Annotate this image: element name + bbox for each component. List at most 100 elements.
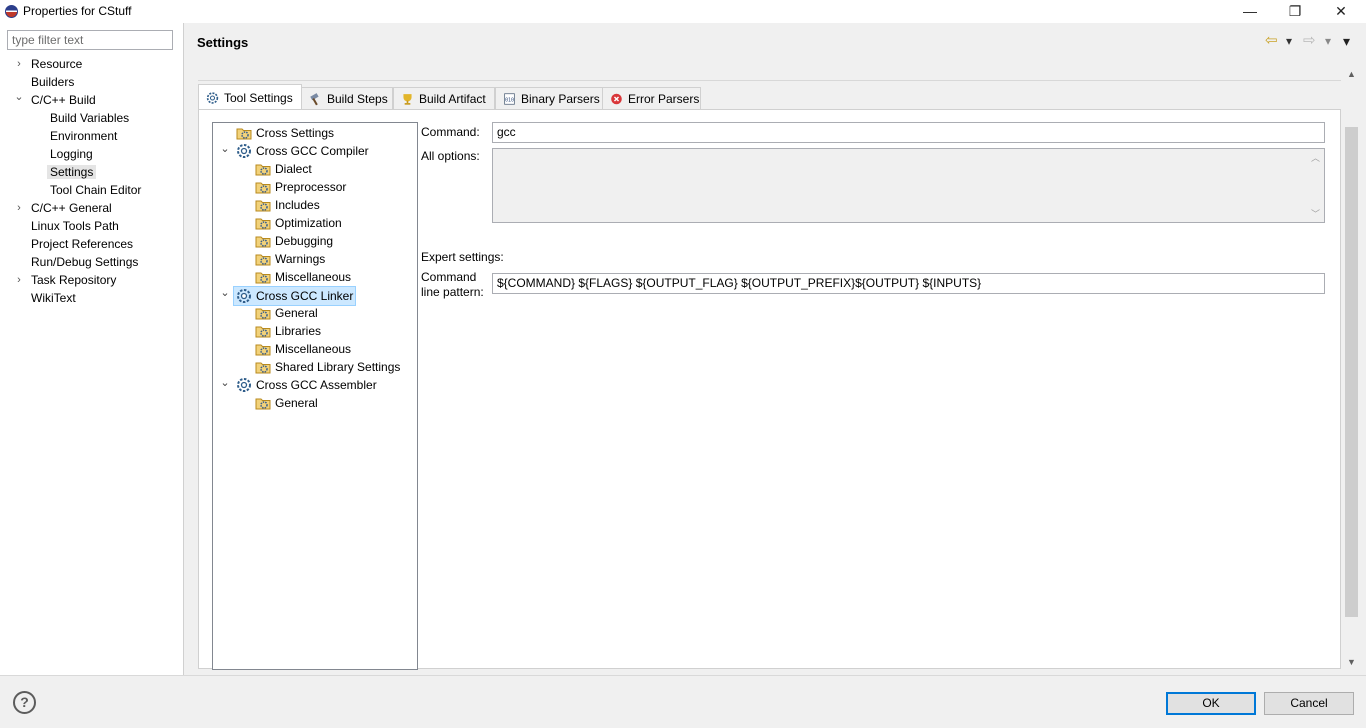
tree-item-cross-settings[interactable]: Cross Settings: [236, 124, 334, 142]
nav-item-resource[interactable]: › Resource: [17, 55, 82, 73]
tree-item-cross-gcc-compiler[interactable]: ⌄ Cross GCC Compiler: [220, 142, 369, 160]
hammer-icon: [310, 93, 319, 106]
tree-item-compiler-miscellaneous[interactable]: Miscellaneous: [255, 268, 351, 286]
expand-chevron-icon[interactable]: ›: [13, 55, 25, 73]
tab-build-artifact[interactable]: Build Artifact: [393, 87, 495, 110]
nav-item-project-references[interactable]: Project References: [31, 235, 133, 253]
scroll-down-icon[interactable]: ﹀: [1307, 207, 1324, 220]
restore-button[interactable]: ❐: [1272, 0, 1318, 23]
settings-content: Tool Settings Build Steps Build Artifact…: [185, 61, 1366, 675]
all-options-label: All options:: [421, 149, 480, 163]
tree-item-warnings[interactable]: Warnings: [255, 250, 325, 268]
folder-gear-icon: [236, 128, 252, 140]
ok-button[interactable]: OK: [1166, 692, 1256, 715]
binary-icon: 010: [504, 93, 515, 105]
folder-gear-icon: [255, 254, 271, 266]
tree-item-includes[interactable]: Includes: [255, 196, 320, 214]
forward-history-dropdown[interactable]: ▾: [1325, 33, 1331, 49]
command-line-pattern-label-line2: line pattern:: [421, 285, 484, 299]
trophy-icon: [403, 94, 412, 105]
tree-item-optimization[interactable]: Optimization: [255, 214, 342, 232]
nav-item-cpp-build[interactable]: ⌄ C/C++ Build: [14, 91, 95, 109]
nav-item-logging[interactable]: Logging: [50, 145, 93, 163]
close-button[interactable]: ✕: [1318, 0, 1364, 23]
tree-item-shared-library-settings[interactable]: Shared Library Settings: [255, 358, 400, 376]
configuration-strip: [198, 65, 1341, 81]
tab-build-steps[interactable]: Build Steps: [301, 87, 393, 110]
command-line-pattern-field[interactable]: ${COMMAND} ${FLAGS} ${OUTPUT_FLAG} ${OUT…: [492, 273, 1325, 294]
command-label: Command:: [421, 125, 480, 139]
tree-item-preprocessor[interactable]: Preprocessor: [255, 178, 346, 196]
title-bar: Properties for CStuff — ❐ ✕: [0, 0, 1366, 23]
folder-gear-icon: [255, 200, 271, 212]
collapse-chevron-icon[interactable]: ⌄: [13, 88, 25, 106]
tree-item-cross-gcc-assembler[interactable]: ⌄ Cross GCC Assembler: [220, 376, 377, 394]
tree-item-linker-general[interactable]: General: [255, 304, 318, 322]
collapse-chevron-icon[interactable]: ⌄: [219, 140, 231, 158]
folder-gear-icon: [255, 362, 271, 374]
help-icon[interactable]: ?: [13, 691, 36, 714]
scrollbar-thumb[interactable]: [1345, 127, 1358, 617]
view-menu-dropdown[interactable]: ▾: [1343, 33, 1350, 49]
command-field[interactable]: gcc: [492, 122, 1325, 143]
back-history-dropdown[interactable]: ▾: [1286, 33, 1292, 49]
nav-item-builders[interactable]: Builders: [31, 73, 74, 91]
nav-item-linux-tools-path[interactable]: Linux Tools Path: [31, 217, 119, 235]
nav-item-wikitext[interactable]: WikiText: [31, 289, 76, 307]
gear-icon: [206, 92, 219, 104]
nav-item-build-variables[interactable]: Build Variables: [50, 109, 129, 127]
gear-icon: [237, 289, 251, 303]
nav-item-settings[interactable]: Settings: [47, 163, 97, 181]
page-title: Settings: [197, 35, 249, 50]
tree-item-dialect[interactable]: Dialect: [255, 160, 312, 178]
expand-chevron-icon[interactable]: ›: [13, 271, 25, 289]
folder-gear-icon: [255, 164, 271, 176]
scroll-up-icon[interactable]: ▲: [1343, 67, 1360, 81]
expert-settings-label: Expert settings:: [421, 250, 504, 264]
gear-icon: [237, 144, 251, 158]
svg-text:010: 010: [505, 97, 514, 103]
nav-item-task-repository[interactable]: › Task Repository: [17, 271, 116, 289]
scroll-down-icon[interactable]: ▼: [1343, 655, 1360, 669]
folder-gear-icon: [255, 398, 271, 410]
tree-item-debugging[interactable]: Debugging: [255, 232, 333, 250]
nav-item-run-debug-settings[interactable]: Run/Debug Settings: [31, 253, 138, 271]
folder-gear-icon: [255, 182, 271, 194]
nav-item-environment[interactable]: Environment: [50, 127, 117, 145]
tab-tool-settings[interactable]: Tool Settings: [198, 84, 302, 111]
tool-tree[interactable]: Cross Settings ⌄ Cross GCC Compiler Dial…: [212, 122, 418, 670]
filter-input[interactable]: [7, 30, 173, 50]
forward-arrow-icon[interactable]: ⇨: [1303, 33, 1316, 49]
tab-binary-parsers[interactable]: 010 Binary Parsers: [495, 87, 603, 110]
cancel-button[interactable]: Cancel: [1264, 692, 1354, 715]
folder-gear-icon: [255, 344, 271, 356]
eclipse-icon: [5, 5, 18, 18]
tab-error-parsers[interactable]: Error Parsers: [602, 87, 701, 110]
dialog-button-bar: ? OK Cancel: [0, 675, 1366, 728]
page-vertical-scrollbar[interactable]: ▲ ▼: [1343, 65, 1360, 673]
window-title: Properties for CStuff: [23, 4, 132, 18]
expand-chevron-icon[interactable]: ›: [13, 199, 25, 217]
property-page-nav: › Resource Builders ⌄ C/C++ Build Build …: [0, 23, 184, 675]
folder-gear-icon: [255, 272, 271, 284]
collapse-chevron-icon[interactable]: ⌄: [219, 374, 231, 392]
scroll-up-icon[interactable]: ︿: [1307, 151, 1324, 164]
tree-item-linker-miscellaneous[interactable]: Miscellaneous: [255, 340, 351, 358]
command-line-pattern-label-line1: Command: [421, 270, 477, 284]
folder-gear-icon: [255, 218, 271, 230]
folder-gear-icon: [255, 326, 271, 338]
tree-item-assembler-general[interactable]: General: [255, 394, 318, 412]
tree-item-libraries[interactable]: Libraries: [255, 322, 321, 340]
all-options-field[interactable]: ︿ ﹀: [492, 148, 1325, 223]
tool-settings-panel: Cross Settings ⌄ Cross GCC Compiler Dial…: [198, 109, 1341, 670]
all-options-scrollbar[interactable]: ︿ ﹀: [1307, 149, 1324, 222]
nav-item-cpp-general[interactable]: › C/C++ General: [17, 199, 112, 217]
folder-gear-icon: [255, 308, 271, 320]
tree-item-label: Cross GCC Linker: [256, 289, 354, 303]
nav-item-tool-chain-editor[interactable]: Tool Chain Editor: [50, 181, 141, 199]
gear-icon: [237, 378, 251, 392]
minimize-button[interactable]: —: [1227, 0, 1273, 23]
back-arrow-icon[interactable]: ⇦: [1265, 33, 1278, 49]
tree-item-cross-gcc-linker[interactable]: ⌄ Cross GCC Linker: [220, 286, 357, 306]
collapse-chevron-icon[interactable]: ⌄: [219, 284, 231, 302]
